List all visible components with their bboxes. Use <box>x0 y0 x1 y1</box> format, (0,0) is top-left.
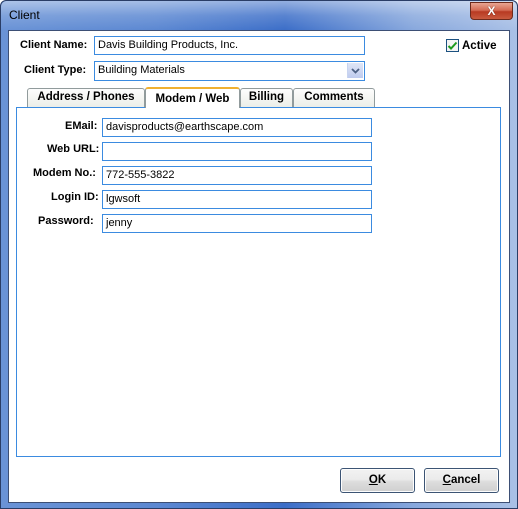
login-id-input[interactable]: lgwsoft <box>102 190 372 209</box>
tab-address-phones[interactable]: Address / Phones <box>27 88 145 107</box>
password-label: Password: <box>38 215 94 227</box>
ok-label-rest: K <box>377 474 387 486</box>
cancel-accelerator: C <box>442 474 451 486</box>
client-name-label: Client Name: <box>20 39 88 51</box>
ok-accelerator: O <box>368 474 378 486</box>
client-name-input[interactable]: Davis Building Products, Inc. <box>94 36 365 55</box>
password-input[interactable]: jenny <box>102 214 372 233</box>
tab-billing[interactable]: Billing <box>240 88 293 107</box>
modem-no-input[interactable]: 772-555-3822 <box>102 166 372 185</box>
web-url-label: Web URL: <box>47 143 100 155</box>
tab-label: Address / Phones <box>37 91 135 103</box>
tab-modem-web[interactable]: Modem / Web <box>145 87 240 108</box>
title-bar[interactable]: Client <box>1 1 517 30</box>
client-type-label: Client Type: <box>24 64 87 76</box>
tab-label: Modem / Web <box>155 93 230 105</box>
email-label: EMail: <box>65 120 98 132</box>
active-checkbox[interactable] <box>446 39 459 52</box>
chevron-down-icon[interactable] <box>347 63 363 78</box>
tab-label: Billing <box>248 91 285 103</box>
active-label[interactable]: Active <box>462 40 497 52</box>
modem-no-label: Modem No.: <box>33 167 96 179</box>
tab-comments[interactable]: Comments <box>293 88 375 107</box>
web-url-input[interactable] <box>102 142 372 161</box>
ok-button[interactable]: OK <box>340 468 415 493</box>
login-id-label: Login ID: <box>51 191 99 203</box>
cancel-button[interactable]: Cancel <box>424 468 499 493</box>
client-type-select[interactable]: Building Materials <box>94 61 365 81</box>
close-icon: X <box>487 4 496 18</box>
email-input[interactable]: davisproducts@earthscape.com <box>102 118 372 137</box>
close-button[interactable]: X <box>470 2 513 20</box>
checkmark-icon <box>447 41 458 50</box>
cancel-label-rest: ancel <box>450 474 481 486</box>
window-title: Client <box>9 8 40 22</box>
client-type-value: Building Materials <box>98 64 185 76</box>
tab-label: Comments <box>304 91 364 103</box>
